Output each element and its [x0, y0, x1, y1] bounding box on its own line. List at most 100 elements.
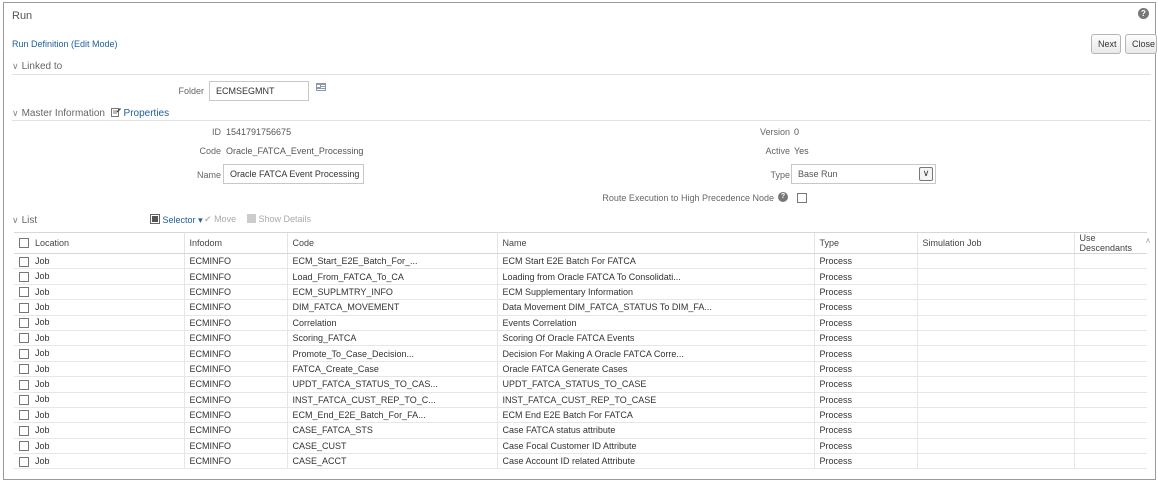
linked-to-heading: Linked to — [21, 61, 63, 72]
route-execution-checkbox[interactable] — [797, 193, 807, 203]
cell-infodom: ECMINFO — [183, 361, 287, 378]
table-row[interactable]: Job ECMINFO FATCA_Create_Case Oracle FATCA … — [14, 361, 1147, 378]
cell-location: Job — [14, 268, 184, 285]
cell-code: CASE_CUST — [286, 438, 497, 455]
column-header-use-descendants[interactable]: Use Descendants — [1073, 232, 1147, 254]
properties-link[interactable]: Properties — [124, 108, 170, 119]
next-button[interactable]: Next — [1091, 34, 1121, 54]
row-checkbox[interactable] — [19, 379, 29, 390]
table-header-row: Location Infodom Code Name Type Simulati… — [14, 232, 1147, 254]
cell-simulation-job — [916, 253, 1074, 270]
table-row[interactable]: Job ECMINFO ECM_End_E2E_Batch_For_FA... ECM… — [14, 407, 1147, 424]
section-divider — [12, 74, 1151, 75]
cell-type: Process — [813, 361, 917, 378]
row-checkbox[interactable] — [19, 256, 29, 267]
column-header-location[interactable]: Location — [14, 232, 184, 254]
column-header-infodom[interactable]: Infodom — [183, 232, 287, 254]
cell-type: Process — [813, 345, 917, 362]
scroll-up-icon[interactable]: ∧ — [1145, 236, 1151, 245]
row-checkbox[interactable] — [19, 318, 29, 329]
cell-use-descendants — [1073, 330, 1147, 347]
move-button[interactable]: ✔ Move — [204, 214, 236, 225]
table-row[interactable]: Job ECMINFO ECM_SUPLMTRY_INFO ECM Supplemen… — [14, 284, 1147, 301]
row-checkbox[interactable] — [19, 333, 29, 344]
column-header-type[interactable]: Type — [813, 232, 917, 254]
table-row[interactable]: Job ECMINFO CASE_CUST Case Focal Customer I… — [14, 438, 1147, 455]
column-header-code[interactable]: Code — [286, 232, 497, 254]
move-label: Move — [214, 214, 237, 224]
cell-location: Job — [14, 315, 184, 331]
master-info-section-toggle[interactable]: ∨ Master Information Properties — [12, 107, 169, 120]
row-checkbox[interactable] — [19, 348, 29, 359]
table-row[interactable]: Job ECMINFO ECM_Start_E2E_Batch_For_... ECM… — [14, 253, 1147, 270]
cell-infodom: ECMINFO — [183, 253, 287, 270]
cell-simulation-job — [916, 407, 1074, 424]
table-row[interactable]: Job ECMINFO Load_From_FATCA_To_CA Loading f… — [14, 268, 1147, 285]
row-checkbox[interactable] — [19, 410, 29, 421]
cell-type: Process — [813, 330, 917, 347]
cell-simulation-job — [916, 453, 1074, 470]
row-checkbox[interactable] — [19, 395, 29, 406]
row-checkbox[interactable] — [19, 441, 29, 452]
table-row[interactable]: Job ECMINFO Promote_To_Case_Decision... Dec… — [14, 345, 1147, 362]
close-button[interactable]: Close — [1125, 34, 1157, 54]
chevron-down-icon[interactable]: ∨ — [919, 167, 933, 181]
cell-code: Promote_To_Case_Decision... — [286, 345, 497, 362]
name-field[interactable]: Oracle FATCA Event Processing — [223, 164, 364, 184]
cell-location: Job — [14, 361, 184, 378]
table-row[interactable]: Job ECMINFO CASE_FATCA_STS Case FATCA statu… — [14, 422, 1147, 439]
cell-use-descendants — [1073, 407, 1147, 424]
show-details-button[interactable]: Show Details — [247, 214, 311, 224]
cell-type: Process — [813, 299, 917, 316]
row-checkbox[interactable] — [19, 287, 29, 298]
cell-name: Case Focal Customer ID Attribute — [496, 438, 814, 455]
version-label: Version — [759, 127, 790, 137]
cell-name: INST_FATCA_CUST_REP_TO_CASE — [496, 392, 814, 408]
caret-down-icon: ▾ — [198, 215, 203, 225]
row-checkbox[interactable] — [19, 456, 29, 467]
cell-type: Process — [813, 453, 917, 470]
row-checkbox[interactable] — [19, 271, 29, 282]
move-icon: ✔ — [204, 214, 212, 224]
cell-infodom: ECMINFO — [183, 268, 287, 285]
row-checkbox[interactable] — [19, 425, 29, 436]
linked-to-section-toggle[interactable]: ∨ Linked to — [12, 61, 62, 72]
table-row[interactable]: Job ECMINFO UPDT_FATCA_STATUS_TO_CAS... UPD… — [14, 376, 1147, 393]
cell-use-descendants — [1073, 284, 1147, 301]
cell-type: Process — [813, 284, 917, 301]
master-info-heading: Master Information — [21, 108, 105, 119]
table-row[interactable]: Job ECMINFO INST_FATCA_CUST_REP_TO_C... INS… — [14, 392, 1147, 408]
active-label: Active — [765, 146, 790, 156]
row-checkbox[interactable] — [19, 364, 29, 375]
folder-picker-icon[interactable] — [315, 81, 327, 93]
select-all-checkbox[interactable] — [19, 238, 29, 249]
cell-type: Process — [813, 422, 917, 439]
table-row[interactable]: Job ECMINFO DIM_FATCA_MOVEMENT Data Movemen… — [14, 299, 1147, 316]
selector-button[interactable]: Selector ▾ — [150, 214, 203, 226]
table-row[interactable]: Job ECMINFO Correlation Events Correlation P… — [14, 315, 1147, 331]
cell-type: Process — [813, 407, 917, 424]
row-checkbox[interactable] — [19, 302, 29, 313]
properties-icon — [110, 107, 121, 120]
cell-name: Scoring Of Oracle FATCA Events — [496, 330, 814, 347]
list-section-toggle[interactable]: ∨ List — [12, 215, 37, 226]
version-value: 0 — [794, 127, 800, 137]
table-row[interactable]: Job ECMINFO Scoring_FATCA Scoring Of Oracle… — [14, 330, 1147, 347]
help-icon[interactable]: ? — [1138, 8, 1149, 19]
cell-use-descendants — [1073, 392, 1147, 408]
table-row[interactable]: Job ECMINFO CASE_ACCT Case Account ID relat… — [14, 453, 1147, 470]
show-details-label: Show Details — [258, 214, 312, 224]
selector-label: Selector — [162, 215, 196, 225]
cell-location: Job — [14, 284, 184, 301]
cell-use-descendants — [1073, 299, 1147, 316]
folder-field[interactable]: ECMSEGMNT — [209, 81, 309, 101]
type-select[interactable]: Base Run ∨ — [791, 164, 936, 184]
help-icon[interactable]: ? — [778, 192, 788, 202]
column-header-simulation-job[interactable]: Simulation Job — [916, 232, 1074, 254]
column-header-name[interactable]: Name — [496, 232, 814, 254]
cell-code: ECM_SUPLMTRY_INFO — [286, 284, 497, 301]
run-window: Run ? Run Definition (Edit Mode) Next Cl… — [3, 2, 1157, 480]
cell-type: Process — [813, 392, 917, 408]
cell-location: Job — [14, 330, 184, 347]
cell-code: FATCA_Create_Case — [286, 361, 497, 378]
